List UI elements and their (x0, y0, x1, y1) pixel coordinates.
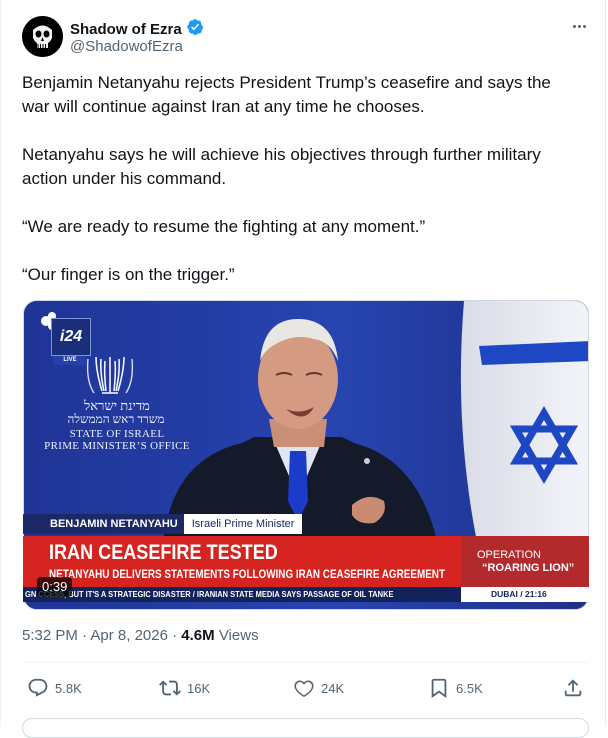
reply-count: 5.8K (55, 680, 82, 696)
bookmark-count: 6.5K (456, 680, 483, 696)
author-handle[interactable]: @ShadowofEzra (70, 38, 183, 55)
views-count: 4.6M (181, 627, 215, 644)
divider (22, 662, 589, 663)
like-count: 24K (321, 680, 345, 696)
post-date[interactable]: Apr 8, 2026 (90, 627, 168, 644)
repost-button[interactable]: 16K (159, 676, 210, 700)
post-text-paragraph-3: “We are ready to resume the fighting at … (22, 217, 426, 236)
reply-icon (28, 678, 48, 697)
more-options-icon[interactable] (567, 14, 591, 38)
operation-name: “ROARING LION” (482, 562, 575, 574)
repost-count: 16K (187, 680, 211, 696)
heart-icon (294, 680, 314, 697)
reply-composer-edge[interactable] (22, 718, 589, 738)
post-text-paragraph-1: Benjamin Netanyahu rejects President Tru… (22, 73, 551, 116)
channel-logo: i24 (51, 318, 91, 356)
seal-english-line-1: STATE OF ISRAEL (69, 428, 165, 440)
seal-hebrew-line-2: משרד ראש הממשלה (67, 412, 165, 426)
verified-badge-icon[interactable] (186, 18, 204, 41)
post-time[interactable]: 5:32 PM (22, 627, 78, 644)
like-button[interactable]: 24K (293, 676, 344, 700)
share-icon (564, 679, 582, 697)
author-avatar[interactable] (22, 16, 63, 57)
author-display-name[interactable]: Shadow of Ezra (70, 21, 182, 38)
live-badge: LIVE (53, 356, 87, 365)
operation-label: OPERATION (477, 549, 541, 561)
location-time: DUBAI / 21:16 (491, 589, 547, 599)
speaker-role: Israeli Prime Minister (183, 514, 303, 534)
views-label: Views (218, 627, 259, 644)
repost-icon (159, 680, 181, 696)
post-card: Shadow of Ezra @ShadowofEzra Benjamin Ne… (0, 0, 606, 738)
reply-button[interactable]: 5.8K (27, 676, 82, 700)
headline-text: IRAN CEASEFIRE TESTED (49, 541, 278, 564)
post-meta: 5:32 PM · Apr 8, 2026 · 4.6M Views (22, 627, 259, 644)
subheadline-text: NETANYAHU DELIVERS STATEMENTS FOLLOWING … (49, 569, 445, 581)
speaker-name: BENJAMIN NETANYAHU (23, 514, 184, 534)
share-button[interactable] (562, 676, 584, 700)
post-text-paragraph-2: Netanyahu says he will achieve his objec… (22, 145, 541, 188)
post-text-paragraph-4: “Our finger is on the trigger.” (22, 265, 235, 284)
bookmark-icon (431, 678, 447, 699)
ticker-text: GN CCESS, BUT IT'S A STRATEGIC DISASTER … (25, 589, 394, 599)
bookmark-button[interactable]: 6.5K (428, 676, 483, 700)
video-duration: 0:39 (37, 577, 73, 597)
seal-english-line-2: PRIME MINISTER’S OFFICE (44, 440, 190, 452)
speaker-nameplate: BENJAMIN NETANYAHU Israeli Prime Ministe… (23, 514, 303, 534)
